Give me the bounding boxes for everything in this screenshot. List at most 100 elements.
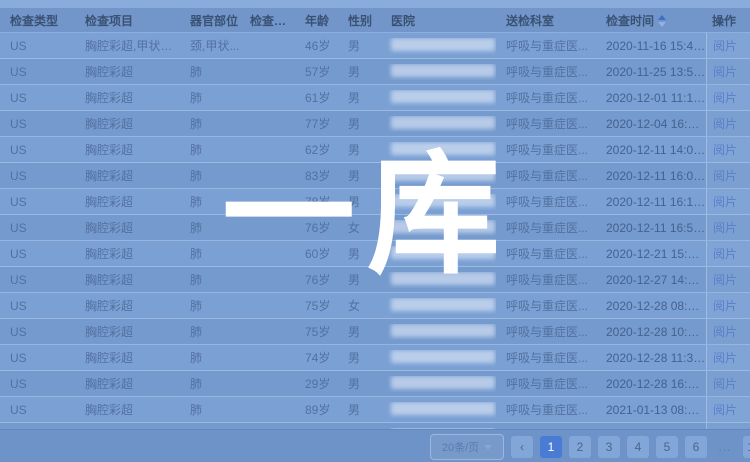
view-film-link[interactable]: 阅片 bbox=[713, 141, 737, 158]
pagination-controls: 20条/页 ‹ 123456... 16 bbox=[430, 434, 750, 460]
exam-time-cell: 2020-12-21 15:10:33 bbox=[596, 247, 706, 261]
hospital-redaction bbox=[391, 272, 495, 285]
page-button-16[interactable]: 16 bbox=[743, 436, 750, 458]
organ-cell: 肺 bbox=[180, 245, 240, 262]
caret-up-icon[interactable] bbox=[658, 15, 666, 20]
hospital-cell bbox=[381, 168, 496, 184]
gender-cell: 男 bbox=[338, 193, 381, 210]
table-row: US胸腔彩超肺74岁男呼吸与重症医...2020-12-28 11:38:11阅… bbox=[0, 345, 750, 371]
hospital-cell bbox=[381, 324, 496, 340]
more-pages-button[interactable]: ... bbox=[714, 436, 736, 458]
caret-down-icon[interactable] bbox=[658, 22, 666, 27]
table-row: US胸腔彩超肺61岁男呼吸与重症医...2020-12-01 11:14:21阅… bbox=[0, 85, 750, 111]
hospital-redaction bbox=[391, 64, 495, 77]
age-cell: 78岁 bbox=[295, 193, 338, 210]
table-row: US胸腔彩超肺77岁男呼吸与重症医...2020-12-04 16:03:24阅… bbox=[0, 111, 750, 137]
hospital-cell bbox=[381, 272, 496, 288]
age-cell: 76岁 bbox=[295, 219, 338, 236]
age-cell: 61岁 bbox=[295, 89, 338, 106]
exam-list-screen: 检查类型 检查项目 器官部位 检查方法 年龄 性别 医院 送检科室 检查时间 操… bbox=[0, 0, 750, 462]
table-row: US胸腔彩超肺76岁男呼吸与重症医...2020-12-27 14:23:04阅… bbox=[0, 267, 750, 293]
organ-cell: 肺 bbox=[180, 63, 240, 80]
age-cell: 62岁 bbox=[295, 141, 338, 158]
view-film-link[interactable]: 阅片 bbox=[713, 167, 737, 184]
exam-time-cell: 2020-12-11 16:14:49 bbox=[596, 195, 706, 209]
gender-cell: 男 bbox=[338, 401, 381, 418]
prev-page-button[interactable]: ‹ bbox=[511, 436, 533, 458]
view-film-link[interactable]: 阅片 bbox=[713, 297, 737, 314]
hospital-redaction bbox=[391, 298, 495, 311]
view-film-link[interactable]: 阅片 bbox=[713, 401, 737, 418]
exam-time-cell: 2020-12-28 11:38:11 bbox=[596, 351, 706, 365]
pagination-bar: 20条/页 ‹ 123456... 16 bbox=[0, 429, 750, 462]
view-film-link[interactable]: 阅片 bbox=[713, 323, 737, 340]
exam-type-cell: US bbox=[0, 39, 75, 53]
page-button-6[interactable]: 6 bbox=[685, 436, 707, 458]
organ-cell: 肺 bbox=[180, 193, 240, 210]
organ-cell: 肺 bbox=[180, 167, 240, 184]
department-cell: 呼吸与重症医... bbox=[496, 63, 596, 80]
organ-cell: 颈,甲状... bbox=[180, 37, 240, 54]
page-button-5[interactable]: 5 bbox=[656, 436, 678, 458]
view-film-link[interactable]: 阅片 bbox=[713, 375, 737, 392]
department-cell: 呼吸与重症医... bbox=[496, 141, 596, 158]
page-button-4[interactable]: 4 bbox=[627, 436, 649, 458]
view-film-link[interactable]: 阅片 bbox=[713, 349, 737, 366]
view-film-link[interactable]: 阅片 bbox=[713, 37, 737, 54]
exam-type-cell: US bbox=[0, 403, 75, 417]
hospital-cell bbox=[381, 220, 496, 236]
view-film-link[interactable]: 阅片 bbox=[713, 193, 737, 210]
hospital-cell bbox=[381, 402, 496, 418]
header-method: 检查方法 bbox=[240, 12, 295, 29]
view-film-link[interactable]: 阅片 bbox=[713, 89, 737, 106]
exam-time-cell: 2020-12-28 10:24:30 bbox=[596, 325, 706, 339]
action-cell: 阅片 bbox=[706, 59, 750, 84]
hospital-redaction bbox=[391, 38, 495, 51]
age-cell: 75岁 bbox=[295, 297, 338, 314]
hospital-redaction bbox=[391, 350, 495, 363]
organ-cell: 肺 bbox=[180, 401, 240, 418]
exam-item-cell: 胸腔彩超 bbox=[75, 141, 180, 158]
action-cell: 阅片 bbox=[706, 397, 750, 422]
exam-time-cell: 2020-11-25 13:50:01 bbox=[596, 65, 706, 79]
action-cell: 阅片 bbox=[706, 137, 750, 162]
view-film-link[interactable]: 阅片 bbox=[713, 245, 737, 262]
age-cell: 83岁 bbox=[295, 167, 338, 184]
age-cell: 57岁 bbox=[295, 63, 338, 80]
age-cell: 76岁 bbox=[295, 271, 338, 288]
hospital-cell bbox=[381, 350, 496, 366]
table-row: US胸腔彩超肺57岁男呼吸与重症医...2020-11-25 13:50:01阅… bbox=[0, 59, 750, 85]
page-button-1[interactable]: 1 bbox=[540, 436, 562, 458]
exam-time-cell: 2020-12-11 16:50:25 bbox=[596, 221, 706, 235]
view-film-link[interactable]: 阅片 bbox=[713, 219, 737, 236]
hospital-cell bbox=[381, 142, 496, 158]
exam-time-cell: 2020-12-27 14:23:04 bbox=[596, 273, 706, 287]
department-cell: 呼吸与重症医... bbox=[496, 37, 596, 54]
exam-type-cell: US bbox=[0, 377, 75, 391]
page-button-2[interactable]: 2 bbox=[569, 436, 591, 458]
exam-time-cell: 2020-12-28 08:15:51 bbox=[596, 299, 706, 313]
hospital-redaction bbox=[391, 168, 495, 181]
hospital-redaction bbox=[391, 142, 495, 155]
department-cell: 呼吸与重症医... bbox=[496, 323, 596, 340]
page-button-3[interactable]: 3 bbox=[598, 436, 620, 458]
view-film-link[interactable]: 阅片 bbox=[713, 271, 737, 288]
gender-cell: 男 bbox=[338, 141, 381, 158]
exam-item-cell: 胸腔彩超 bbox=[75, 63, 180, 80]
exam-item-cell: 胸腔彩超 bbox=[75, 219, 180, 236]
age-cell: 77岁 bbox=[295, 115, 338, 132]
exam-item-cell: 胸腔彩超 bbox=[75, 271, 180, 288]
sort-carets bbox=[658, 15, 666, 27]
hospital-cell bbox=[381, 298, 496, 314]
age-cell: 29岁 bbox=[295, 375, 338, 392]
department-cell: 呼吸与重症医... bbox=[496, 349, 596, 366]
gender-cell: 女 bbox=[338, 297, 381, 314]
table-row: US胸腔彩超肺89岁男呼吸与重症医...2021-01-13 08:35:05阅… bbox=[0, 397, 750, 423]
view-film-link[interactable]: 阅片 bbox=[713, 115, 737, 132]
organ-cell: 肺 bbox=[180, 219, 240, 236]
view-film-link[interactable]: 阅片 bbox=[713, 63, 737, 80]
header-exam-time[interactable]: 检查时间 bbox=[596, 12, 706, 29]
header-exam-item: 检查项目 bbox=[75, 12, 180, 29]
page-size-select[interactable]: 20条/页 bbox=[430, 434, 504, 460]
exam-type-cell: US bbox=[0, 247, 75, 261]
